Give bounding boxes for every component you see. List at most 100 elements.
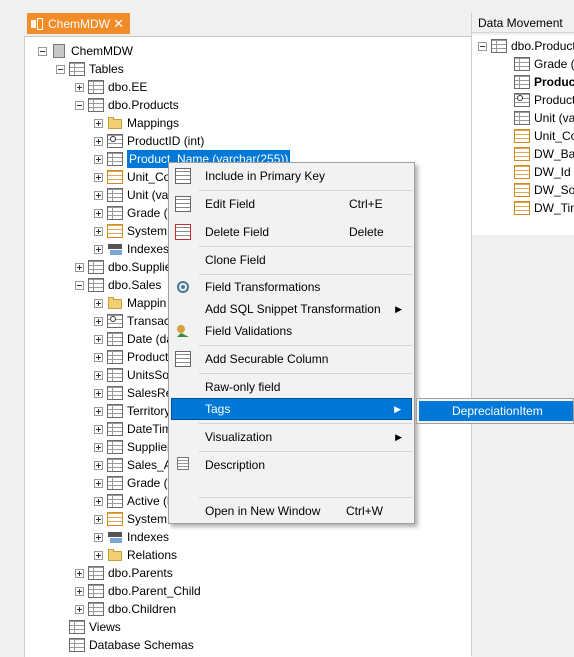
tree-item-unit[interactable]: Unit (var — [94, 186, 172, 204]
collapse-icon[interactable] — [38, 46, 47, 56]
expand-icon[interactable] — [94, 244, 103, 254]
expand-icon[interactable] — [75, 586, 84, 596]
expand-icon[interactable] — [94, 136, 103, 146]
collapse-icon[interactable] — [75, 100, 84, 110]
tree-item-active[interactable]: Active (b — [94, 492, 174, 510]
expand-icon[interactable] — [94, 298, 103, 308]
dm-item[interactable]: DW_Bat — [514, 145, 574, 163]
tree-item-dbo-parents[interactable]: dbo.Parents — [75, 564, 173, 582]
tree-item-relations[interactable]: Relations — [94, 546, 177, 564]
expand-icon[interactable] — [75, 568, 84, 578]
menu-field-transformations[interactable]: Field Transformations — [171, 276, 412, 298]
tree-item-database-schemas[interactable]: Database Schemas — [69, 636, 194, 654]
close-icon[interactable]: ✕ — [113, 16, 124, 32]
folder-icon — [107, 296, 123, 310]
collapse-icon[interactable] — [75, 280, 84, 290]
tree-item-date[interactable]: Date (da — [94, 330, 173, 348]
expand-icon[interactable] — [94, 532, 103, 542]
table-icon — [88, 566, 104, 580]
dm-item[interactable]: Unit_Cos — [514, 127, 574, 145]
tree-item-system[interactable]: System — [94, 222, 167, 240]
expand-icon[interactable] — [94, 208, 103, 218]
dm-item[interactable]: Produc — [514, 73, 574, 91]
expand-icon[interactable] — [94, 190, 103, 200]
tree-item-sales-a[interactable]: Sales_A — [94, 456, 172, 474]
dm-item[interactable]: DW_Id ( — [514, 163, 574, 181]
dm-item[interactable]: dbo.Products — [478, 37, 574, 55]
tree-item-product[interactable]: Product — [94, 348, 168, 366]
tree-item-sales-mappings[interactable]: Mappin — [94, 294, 166, 312]
expand-icon[interactable] — [94, 460, 103, 470]
menu-raw-only-field[interactable]: Raw-only field — [171, 376, 412, 398]
collapse-icon[interactable] — [56, 64, 65, 74]
menu-add-securable-column[interactable]: Add Securable Column — [171, 348, 412, 370]
tree-item-dbo-ee[interactable]: dbo.EE — [75, 78, 147, 96]
tree-item-indexes[interactable]: Indexes — [94, 240, 169, 258]
dm-item[interactable]: ProductI — [514, 91, 574, 109]
folder-icon — [107, 548, 123, 562]
dm-item[interactable]: DW_Sou — [514, 181, 574, 199]
expand-icon[interactable] — [94, 514, 103, 524]
expand-icon[interactable] — [94, 316, 103, 326]
expand-icon[interactable] — [94, 496, 103, 506]
tree-item-transac[interactable]: Transac — [94, 312, 170, 330]
expand-icon[interactable] — [94, 172, 103, 182]
tree-item-grade[interactable]: Grade (v — [94, 204, 174, 222]
dm-item[interactable]: Grade (v — [514, 55, 574, 73]
expand-icon[interactable] — [94, 118, 103, 128]
expand-icon[interactable] — [94, 388, 103, 398]
dm-item[interactable]: Unit (var — [514, 109, 574, 127]
menu-tags[interactable]: Tags ▶ — [171, 398, 412, 420]
menu-visualization[interactable]: Visualization ▶ — [171, 426, 412, 448]
tree-item-unitssol[interactable]: UnitsSol — [94, 366, 172, 384]
tree-item-dbo-supplier[interactable]: dbo.Supplier — [75, 258, 175, 276]
tree-tables[interactable]: Tables — [56, 60, 124, 78]
tree-item-dbo-children[interactable]: dbo.Children — [75, 600, 176, 618]
menu-label: Raw-only field — [205, 380, 281, 394]
expand-icon[interactable] — [94, 370, 103, 380]
expand-icon[interactable] — [75, 604, 84, 614]
expand-icon[interactable] — [94, 154, 103, 164]
menu-include-primary-key[interactable]: Include in Primary Key — [171, 165, 412, 187]
tree-item-sales-system[interactable]: System — [94, 510, 167, 528]
tree-item-label: SalesRe — [127, 386, 173, 400]
tab-chemmdw[interactable]: ChemMDW ✕ — [27, 13, 130, 34]
tree-item-dbo-parent-child[interactable]: dbo.Parent_Child — [75, 582, 201, 600]
expand-icon[interactable] — [94, 550, 103, 560]
tree-item-views[interactable]: Views — [69, 618, 121, 636]
expand-icon[interactable] — [75, 82, 84, 92]
menu-clone-field[interactable]: Clone Field — [171, 249, 412, 271]
tree-item-unit-cost[interactable]: Unit_Co — [94, 168, 170, 186]
expand-icon[interactable] — [94, 352, 103, 362]
expand-icon[interactable] — [94, 478, 103, 488]
tree-root[interactable]: ChemMDW — [38, 42, 133, 60]
tree-item-salesre[interactable]: SalesRe — [94, 384, 172, 402]
expand-icon[interactable] — [94, 424, 103, 434]
submenu-item-depreciationitem[interactable]: DepreciationItem — [419, 401, 573, 421]
tree-item-sales-grade[interactable]: Grade (v — [94, 474, 174, 492]
tree-item-sales-indexes[interactable]: Indexes — [94, 528, 169, 546]
menu-open-new-window[interactable]: Open in New Window Ctrl+W — [171, 500, 412, 522]
dm-item[interactable]: DW_Tim — [514, 199, 574, 217]
expand-icon[interactable] — [94, 226, 103, 236]
tree-item-mappings[interactable]: Mappings — [94, 114, 179, 132]
tree-item-dbo-sales[interactable]: dbo.Sales — [75, 276, 161, 294]
tree-item-datetim[interactable]: DateTim — [94, 420, 172, 438]
expand-icon[interactable] — [75, 262, 84, 272]
expand-icon[interactable] — [94, 406, 103, 416]
tree-item-territory[interactable]: Territory — [94, 402, 170, 420]
tree-item-supplier[interactable]: Supplier — [94, 438, 171, 456]
menu-edit-field[interactable]: Edit Field Ctrl+E — [171, 193, 412, 215]
tags-submenu: DepreciationItem — [416, 398, 574, 424]
expand-icon[interactable] — [94, 334, 103, 344]
tree-item-productid[interactable]: ProductID (int) — [94, 132, 204, 150]
menu-delete-field[interactable]: Delete Field Delete — [171, 221, 412, 243]
menu-field-validations[interactable]: Field Validations — [171, 320, 412, 342]
tree-item-dbo-products[interactable]: dbo.Products — [75, 96, 179, 114]
field-icon — [107, 422, 123, 436]
collapse-icon[interactable] — [478, 41, 487, 51]
expand-icon[interactable] — [94, 442, 103, 452]
menu-description[interactable]: Description — [171, 454, 412, 476]
menu-add-sql-snippet[interactable]: Add SQL Snippet Transformation ▶ — [171, 298, 412, 320]
submenu-arrow-icon: ▶ — [395, 303, 402, 314]
